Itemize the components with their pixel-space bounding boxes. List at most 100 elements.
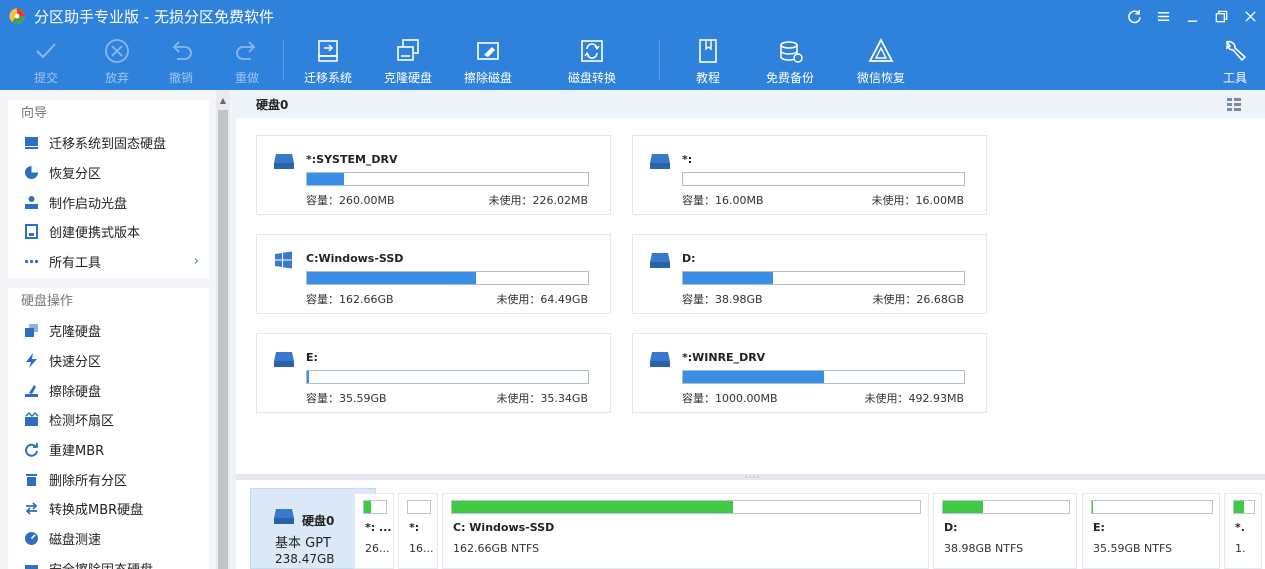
map-usage-fill [452,501,733,513]
drive-icon [650,253,670,268]
convert-mbr-icon [25,502,37,516]
disk-ops-heading: 硬盘操作 [21,294,74,309]
wipe-disk-icon [477,42,499,60]
clone-disk-button[interactable]: 克隆硬盘 [384,36,432,88]
sidebar-item-label: 迁移系统到固态硬盘 [49,137,167,153]
wechat-recovery-button[interactable]: 微信恢复 [857,36,905,88]
sidebar-item-migrate-ssd[interactable]: 迁移系统到固态硬盘 [8,128,209,158]
disk-convert-button[interactable]: 磁盘转换 [568,36,616,88]
drive-icon [650,154,670,169]
disk-ops-panel: 硬盘操作 克隆硬盘 快速分区 擦除硬盘 检测坏扇区 重建MBR 删除所有分区 转… [8,288,209,569]
map-usage-bar [363,500,387,514]
migrate-os-button[interactable]: 迁移系统 [304,36,352,88]
partition-block[interactable]: D: 38.98GB NTFS [933,493,1077,569]
speed-test-icon [24,532,38,546]
tutorial-button[interactable]: 教程 [692,36,724,88]
sidebar-item-bad-sector[interactable]: 检测坏扇区 [8,405,209,435]
rebuild-mbr-icon [24,443,38,457]
usage-bar [682,370,965,384]
sidebar-item-clone-disk[interactable]: 克隆硬盘 [8,316,209,346]
discard-button[interactable]: 放弃 [101,36,133,88]
tools-icon [1225,40,1247,62]
migrate-os-icon [318,40,338,62]
sidebar-item-bootable-media[interactable]: 制作启动光盘 [8,187,209,217]
sidebar-item-secure-erase[interactable]: 安全擦除固态硬盘 [8,554,209,569]
menu-button[interactable] [1149,0,1178,32]
partition-block[interactable]: *. 1. [1224,493,1262,569]
partition-block[interactable]: *: ... 26... [354,493,394,569]
disk-name: 硬盘0 [302,514,335,528]
sidebar-item-speed-test[interactable]: 磁盘测速 [8,524,209,554]
minimize-icon [1187,19,1198,22]
drive-icon [274,154,294,169]
restore-button[interactable] [1207,0,1236,32]
toolbar: 提交 放弃 撤销 重做 迁移系统 克隆硬盘 擦除磁盘 磁盘转换 教程 免费备份 … [0,32,1265,90]
chevron-right-icon: › [193,253,199,269]
partition-block[interactable]: *: 16... [398,493,438,569]
partition-card[interactable]: *:WINRE_DRV 容量：1000.00MB 未使用：492.93MB [632,333,987,413]
hamburger-menu-icon [1157,11,1170,21]
disk-title: 硬盘0 [256,98,289,112]
minimize-button[interactable] [1178,0,1207,32]
wipe-disk-button[interactable]: 擦除磁盘 [464,36,512,88]
partition-card[interactable]: C:Windows-SSD 容量：162.66GB 未使用：64.49GB [256,234,611,314]
usage-bar [306,271,589,285]
sidebar-item-label: 删除所有分区 [49,473,128,489]
clone-disk-icon [397,39,419,61]
delete-partitions-icon [25,473,37,486]
sidebar-item-label: 擦除硬盘 [49,384,102,400]
toolbar-separator [659,40,660,80]
map-usage-fill [1092,501,1094,513]
close-button[interactable] [1236,0,1265,32]
discard-icon [105,39,129,63]
sidebar-item-portable-version[interactable]: 创建便携式版本 [8,217,209,247]
window-controls [1120,0,1265,32]
usage-fill [307,371,309,383]
refresh-button[interactable] [1120,0,1149,32]
usage-bar [682,271,965,285]
tools-button[interactable]: 工具 [1219,36,1251,88]
map-usage-bar [1091,500,1213,514]
refresh-icon [1128,9,1141,23]
drive-icon [274,352,294,367]
wechat-recovery-icon [868,38,894,62]
sidebar-item-delete-partitions[interactable]: 删除所有分区 [8,464,209,494]
sidebar-item-label: 恢复分区 [49,167,102,183]
sidebar-item-convert-mbr[interactable]: 转换成MBR硬盘 [8,494,209,524]
sidebar-item-recover-partition[interactable]: 恢复分区 [8,158,209,188]
partition-block[interactable]: E: 35.59GB NTFS [1082,493,1220,569]
usage-bar [306,370,589,384]
bad-sector-icon [24,412,38,427]
quick-partition-icon [25,353,37,369]
sidebar-item-rebuild-mbr[interactable]: 重建MBR [8,435,209,465]
sidebar-item-wipe-disk[interactable]: 擦除硬盘 [8,375,209,405]
partition-card[interactable]: D: 容量：38.98GB 未使用：26.68GB [632,234,987,314]
partition-block[interactable]: C: Windows-SSD 162.66GB NTFS [442,493,929,569]
window-title: 分区助手专业版 - 无损分区免费软件 [34,8,274,26]
wizard-panel: 向导 迁移系统到固态硬盘 恢复分区 制作启动光盘 创建便携式版本 所有工具 › [8,100,209,278]
disk-header: 硬盘0 [236,90,1265,118]
scroll-up-arrow-icon[interactable]: ▲ [216,96,230,106]
sidebar-item-all-tools[interactable]: 所有工具 › [8,247,209,277]
undo-button[interactable]: 撤销 [165,36,197,88]
redo-button[interactable]: 重做 [231,36,263,88]
partition-card[interactable]: E: 容量：35.59GB 未使用：35.34GB [256,333,611,413]
view-toggle-icon[interactable] [1225,95,1243,113]
restore-window-icon [1215,10,1228,22]
toolbar-separator [283,40,284,80]
map-usage-fill [1234,501,1244,513]
usage-fill [683,272,773,284]
partition-card[interactable]: *: 容量：16.00MB 未使用：16.00MB [632,135,987,215]
submit-button[interactable]: 提交 [30,36,62,88]
free-backup-button[interactable]: 免费备份 [766,36,814,88]
sidebar-item-quick-partition[interactable]: 快速分区 [8,346,209,376]
sidebar-item-label: 快速分区 [49,355,102,371]
top-bar: 分区助手专业版 - 无损分区免费软件 提交 放弃 撤销 重做 迁移系统 克隆硬盘… [0,0,1265,90]
partition-card[interactable]: *:SYSTEM_DRV 容量：260.00MB 未使用：226.02MB [256,135,611,215]
scroll-thumb[interactable] [218,110,228,569]
sidebar-item-label: 转换成MBR硬盘 [49,503,144,519]
sidebar-scrollbar[interactable]: ▲ [216,90,230,569]
clone-disk-icon [24,324,38,338]
sidebar-item-label: 制作启动光盘 [49,196,128,212]
sidebar-item-label: 磁盘测速 [49,533,102,549]
